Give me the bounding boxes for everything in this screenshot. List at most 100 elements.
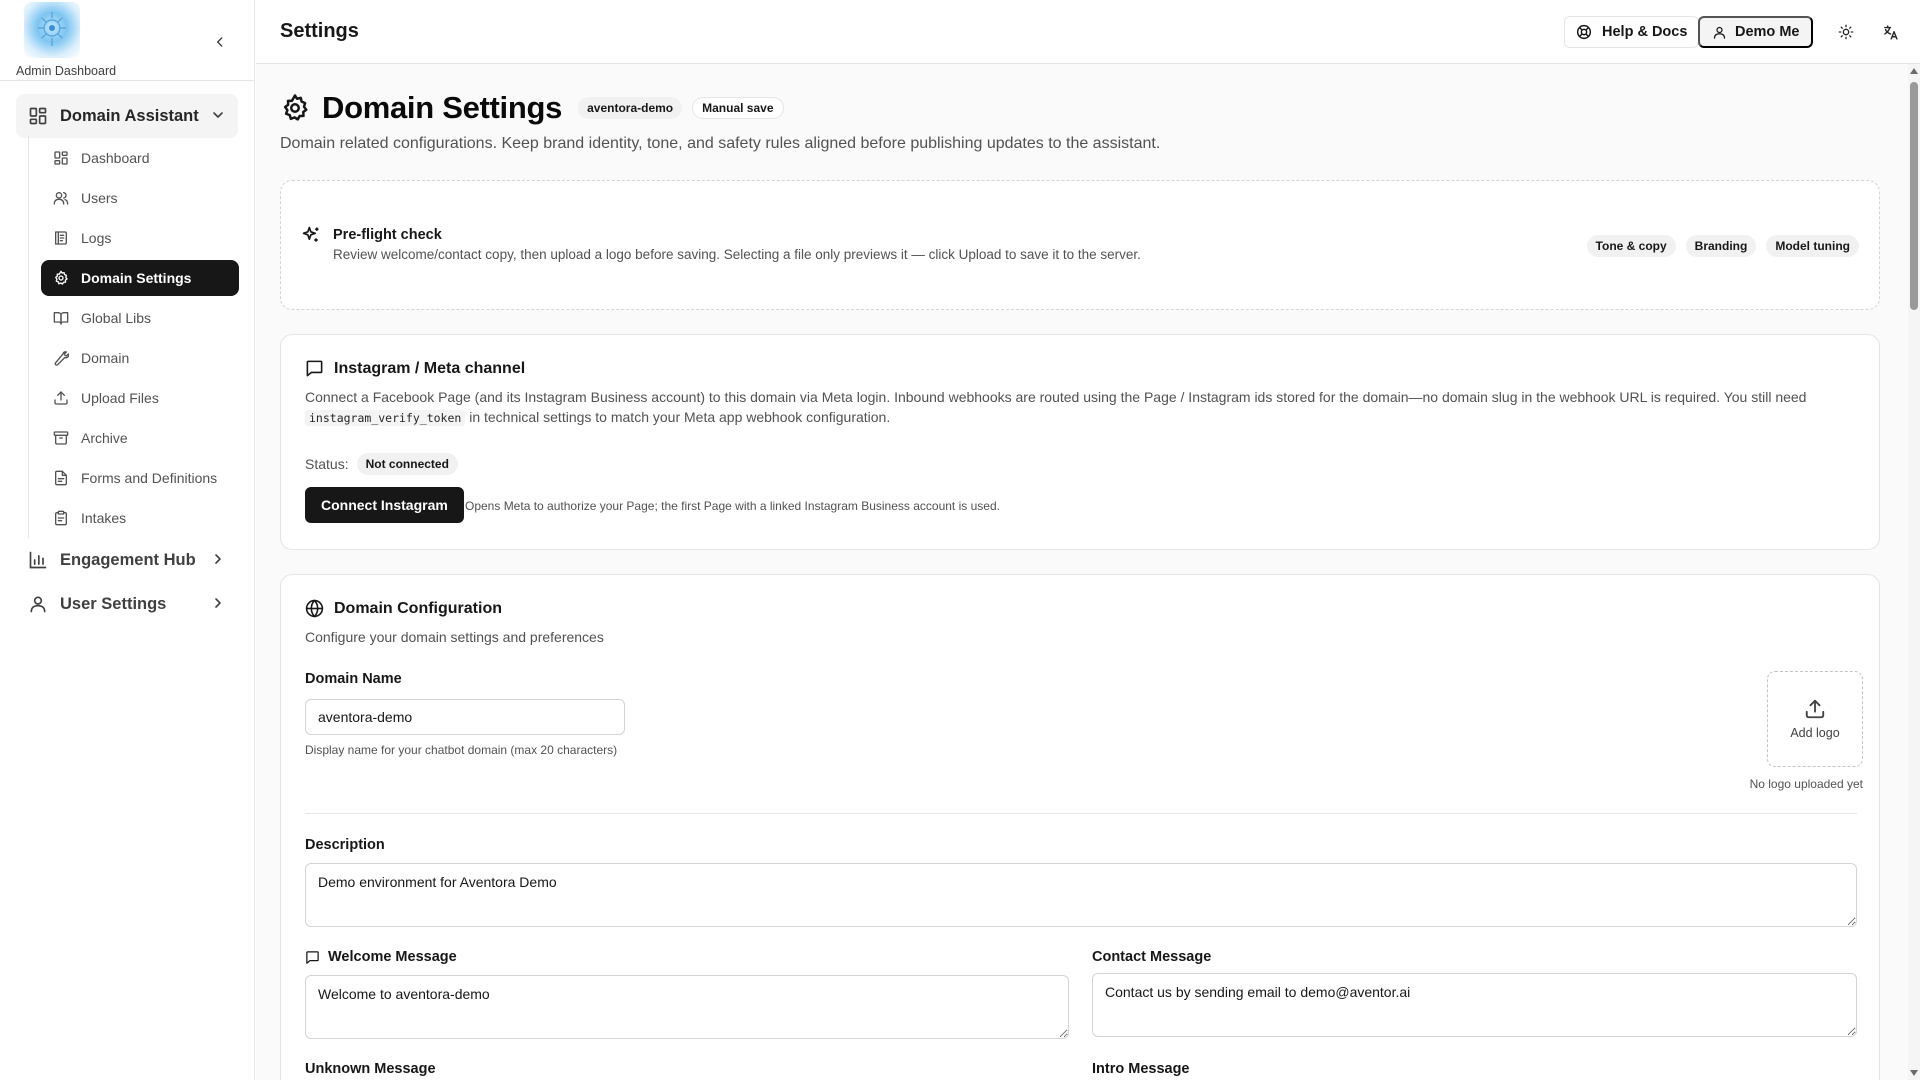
globe-icon: [305, 599, 324, 618]
tag-tone-copy: Tone & copy: [1586, 235, 1676, 257]
top-bar-title: Settings: [280, 20, 359, 42]
gear-icon: [55, 270, 68, 285]
instagram-status: Status: Not connected: [305, 453, 468, 475]
preflight-card: Pre-flight check Review welcome/contact …: [280, 180, 1880, 310]
sidebar-item-archive[interactable]: Archive: [41, 420, 239, 456]
user-menu-button[interactable]: Demo Me: [1698, 16, 1814, 48]
sidebar-item-intakes[interactable]: Intakes: [41, 500, 239, 536]
help-docs-button[interactable]: Help & Docs: [1564, 16, 1700, 48]
instagram-description: Connect a Facebook Page (and its Instagr…: [305, 387, 1845, 428]
sparkles-icon: [302, 226, 319, 242]
users-icon: [53, 192, 69, 205]
scroll-up-arrow-icon[interactable]: [1910, 68, 1918, 74]
user-icon: [30, 596, 46, 613]
page-title: Domain Settings: [322, 90, 563, 125]
scroll-thumb[interactable]: [1910, 82, 1918, 310]
instagram-description-text-2: in technical settings to match your Meta…: [469, 409, 891, 425]
dashboard-icon: [54, 151, 68, 165]
logs-icon: [55, 231, 67, 245]
file-icon: [55, 470, 67, 486]
chevron-left-icon: [216, 37, 223, 47]
domain-configuration-card: Domain Configuration Configure your doma…: [280, 574, 1880, 1080]
sidebar-item-label: Forms and Definitions: [81, 470, 218, 486]
life-buoy-icon: [1576, 24, 1592, 40]
sidebar-item-label: Upload Files: [81, 390, 159, 406]
scroll-down-arrow-icon[interactable]: [1910, 1070, 1918, 1076]
upload-icon: [1805, 699, 1825, 719]
domain-name-hint: Display name for your chatbot domain (ma…: [305, 743, 618, 757]
status-badge: Not connected: [356, 453, 458, 475]
user-icon: [1713, 26, 1726, 39]
layout-grid-icon: [29, 107, 47, 125]
sidebar-item-dashboard[interactable]: Dashboard: [41, 140, 239, 176]
main-content: Domain Settings aventora-demo Manual sav…: [256, 64, 1910, 1080]
bar-chart-icon: [29, 551, 47, 569]
unknown-message-label: Unknown Message: [305, 1061, 436, 1077]
sidebar-item-forms-and-definitions[interactable]: Forms and Definitions: [41, 460, 239, 496]
instagram-description-text: Connect a Facebook Page (and its Instagr…: [305, 389, 1807, 405]
description-label: Description: [305, 837, 385, 853]
user-menu-label: Demo Me: [1735, 24, 1800, 40]
translate-icon: [1883, 24, 1898, 40]
tag-model-tuning: Model tuning: [1766, 235, 1859, 257]
description-textarea[interactable]: Demo environment for Aventora Demo: [305, 863, 1857, 927]
instagram-card-title: Instagram / Meta channel: [334, 359, 526, 377]
sidebar-item-global-libs[interactable]: Global Libs: [41, 300, 239, 336]
add-logo-button[interactable]: Add logo: [1767, 671, 1863, 767]
sidebar-item-logs[interactable]: Logs: [41, 220, 239, 256]
sidebar-item-label: Domain: [81, 350, 130, 366]
sidebar-item-domain-settings[interactable]: Domain Settings: [41, 260, 239, 296]
sidebar-group-label: Domain Assistant: [60, 106, 199, 125]
clipboard-icon: [55, 510, 67, 526]
domain-name-input[interactable]: [305, 699, 625, 735]
sidebar: Admin Dashboard Domain Assistant Dashboa…: [0, 0, 255, 1080]
sun-icon: [1838, 24, 1854, 40]
language-button[interactable]: [1876, 18, 1904, 46]
domain-config-subtitle: Configure your domain settings and prefe…: [305, 629, 604, 645]
sidebar-group-user-settings[interactable]: User Settings: [16, 582, 238, 626]
section-divider: [305, 813, 1857, 814]
sidebar-divider: [0, 80, 254, 81]
connect-instagram-button[interactable]: Connect Instagram: [305, 487, 464, 523]
theme-toggle-button[interactable]: [1832, 18, 1860, 46]
sidebar-group-domain-assistant[interactable]: Domain Assistant: [16, 94, 238, 138]
domain-config-header: Domain Configuration: [305, 599, 502, 618]
sidebar-group-label: Engagement Hub: [60, 550, 196, 569]
domain-badge: aventora-demo: [578, 97, 683, 119]
sidebar-item-label: Global Libs: [81, 310, 152, 326]
submenu-guide-line: [28, 136, 29, 538]
sidebar-item-domain[interactable]: Domain: [41, 340, 239, 376]
sidebar-item-label: Archive: [81, 430, 128, 446]
contact-message-textarea[interactable]: Contact us by sending email to demo@aven…: [1092, 973, 1857, 1037]
intro-message-label: Intro Message: [1092, 1061, 1190, 1077]
brand-logo-icon: [24, 2, 80, 58]
verify-token-code: instagram_verify_token: [305, 410, 466, 426]
brand-label: Admin Dashboard: [16, 64, 117, 78]
sidebar-group-engagement-hub[interactable]: Engagement Hub: [16, 538, 238, 582]
add-logo-label: Add logo: [1790, 726, 1840, 740]
sidebar-item-label: Logs: [81, 230, 112, 246]
sidebar-item-label: Intakes: [81, 510, 127, 526]
sidebar-item-label: Domain Settings: [81, 270, 192, 286]
contact-message-label: Contact Message: [1092, 949, 1212, 965]
preflight-description: Review welcome/contact copy, then upload…: [333, 247, 1141, 262]
sidebar-item-users[interactable]: Users: [41, 180, 239, 216]
sidebar-item-upload-files[interactable]: Upload Files: [41, 380, 239, 416]
main-scrollbar[interactable]: [1908, 64, 1920, 1080]
page-description: Domain related configurations. Keep bran…: [280, 135, 1161, 152]
domain-name-label: Domain Name: [305, 671, 402, 687]
upload-icon: [54, 391, 68, 405]
gear-icon: [283, 94, 308, 121]
preflight-title: Pre-flight check: [333, 227, 442, 243]
welcome-message-label: Welcome Message: [328, 949, 457, 965]
manual-save-badge: Manual save: [692, 97, 784, 119]
status-label: Status:: [305, 456, 349, 472]
logo-status-note: No logo uploaded yet: [1749, 777, 1863, 791]
welcome-label-row: Welcome Message: [305, 949, 457, 965]
welcome-message-textarea[interactable]: Welcome to aventora-demo: [305, 975, 1069, 1039]
sidebar-group-label: User Settings: [60, 594, 167, 613]
collapse-sidebar-button[interactable]: [206, 28, 234, 56]
book-icon: [53, 312, 69, 325]
message-square-icon: [306, 360, 323, 377]
archive-icon: [53, 431, 69, 445]
